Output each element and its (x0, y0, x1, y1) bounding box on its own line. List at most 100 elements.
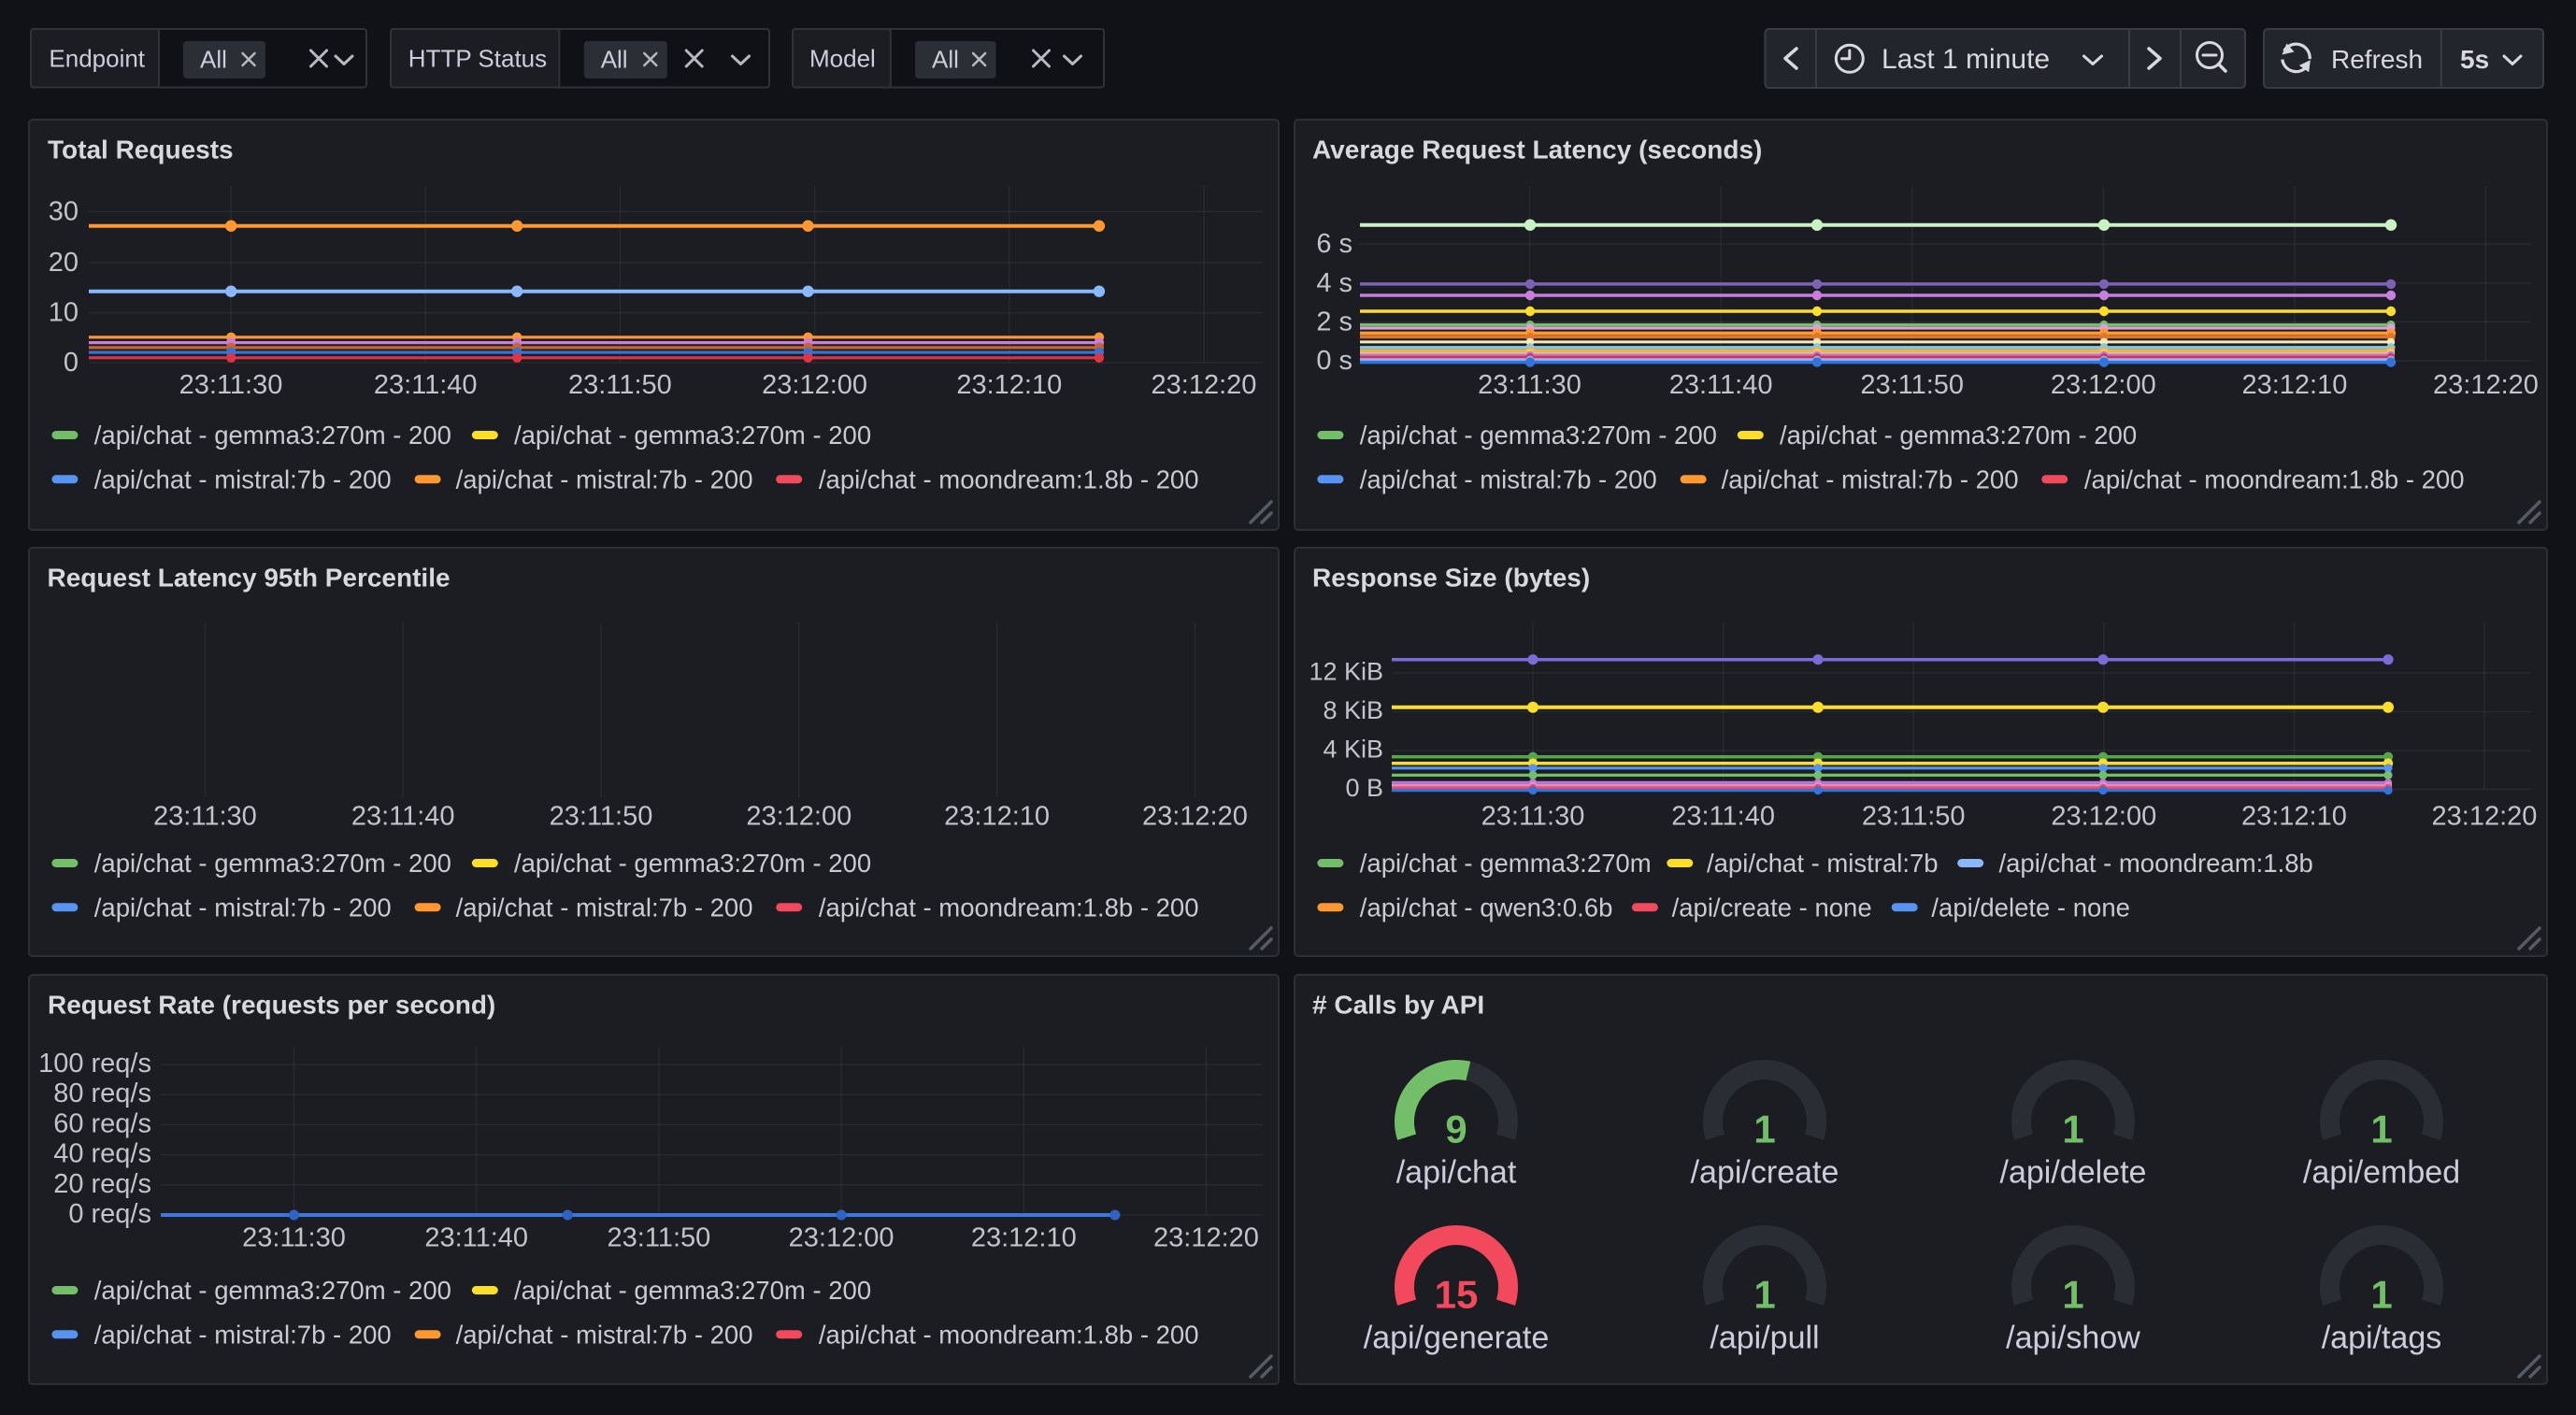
svg-text:HTTP Status: HTTP Status (408, 45, 547, 73)
svg-text:23:11:40: 23:11:40 (1669, 370, 1773, 400)
svg-text:/api/embed: /api/embed (2303, 1155, 2460, 1191)
svg-text:All: All (932, 46, 959, 74)
svg-text:23:12:00: 23:12:00 (746, 801, 852, 831)
svg-text:/api/delete - none: /api/delete - none (1931, 893, 2130, 922)
svg-text:80 req/s: 80 req/s (53, 1079, 151, 1108)
svg-text:23:11:40: 23:11:40 (424, 1223, 528, 1253)
svg-text:23:12:00: 23:12:00 (2051, 802, 2156, 832)
svg-text:23:12:20: 23:12:20 (1153, 1223, 1259, 1253)
svg-text:12 KiB: 12 KiB (1309, 658, 1383, 686)
svg-text:Response Size (bytes): Response Size (bytes) (1312, 564, 1590, 593)
svg-text:/api/chat - moondream:1.8b: /api/chat - moondream:1.8b (1999, 849, 2313, 878)
svg-text:Refresh: Refresh (2331, 45, 2423, 74)
svg-text:/api/pull: /api/pull (1710, 1321, 1819, 1356)
svg-text:23:12:10: 23:12:10 (956, 370, 1062, 400)
svg-text:4 KiB: 4 KiB (1323, 736, 1383, 764)
svg-text:Average Request Latency (secon: Average Request Latency (seconds) (1312, 136, 1762, 164)
svg-text:23:12:00: 23:12:00 (789, 1223, 894, 1253)
svg-text:23:12:10: 23:12:10 (2241, 370, 2347, 400)
svg-text:23:12:20: 23:12:20 (1142, 801, 1248, 831)
svg-text:23:11:30: 23:11:30 (179, 370, 283, 400)
svg-text:8 KiB: 8 KiB (1323, 696, 1383, 724)
svg-text:Last 1 minute: Last 1 minute (1882, 44, 2050, 75)
svg-text:1: 1 (2370, 1108, 2392, 1151)
svg-text:/api/chat - gemma3:270m - 200: /api/chat - gemma3:270m - 200 (514, 421, 871, 450)
svg-text:23:11:30: 23:11:30 (1478, 370, 1581, 400)
svg-text:/api/chat - mistral:7b - 200: /api/chat - mistral:7b - 200 (94, 1320, 392, 1349)
svg-text:20 req/s: 20 req/s (53, 1169, 151, 1199)
svg-text:100 req/s: 100 req/s (38, 1049, 151, 1079)
svg-text:/api/chat - mistral:7b - 200: /api/chat - mistral:7b - 200 (1360, 465, 1657, 493)
svg-text:23:11:30: 23:11:30 (1481, 802, 1585, 832)
svg-text:Total Requests: Total Requests (48, 136, 234, 164)
svg-text:6 s: 6 s (1316, 229, 1352, 259)
svg-text:23:12:10: 23:12:10 (944, 801, 1050, 831)
svg-text:/api/create - none: /api/create - none (1672, 893, 1872, 922)
svg-text:/api/show: /api/show (2006, 1321, 2140, 1356)
svg-text:23:12:00: 23:12:00 (2051, 370, 2156, 400)
svg-text:Request Rate (requests per sec: Request Rate (requests per second) (48, 991, 495, 1020)
svg-text:All: All (601, 46, 628, 74)
svg-text:/api/delete: /api/delete (2000, 1155, 2147, 1191)
svg-text:/api/chat - gemma3:270m - 200: /api/chat - gemma3:270m - 200 (94, 849, 451, 878)
svg-text:/api/chat - qwen3:0.6b: /api/chat - qwen3:0.6b (1360, 893, 1613, 922)
svg-text:/api/chat - mistral:7b - 200: /api/chat - mistral:7b - 200 (456, 1320, 753, 1349)
svg-text:All: All (200, 46, 227, 74)
svg-text:# Calls by API: # Calls by API (1312, 991, 1484, 1020)
svg-text:1: 1 (2370, 1273, 2392, 1317)
svg-text:/api/chat - mistral:7b: /api/chat - mistral:7b (1707, 849, 1939, 878)
svg-text:23:11:50: 23:11:50 (608, 1223, 711, 1253)
svg-text:Endpoint: Endpoint (49, 45, 145, 73)
svg-text:23:11:50: 23:11:50 (1862, 802, 1966, 832)
svg-text:/api/chat - mistral:7b - 200: /api/chat - mistral:7b - 200 (456, 465, 753, 493)
svg-text:/api/chat - gemma3:270m - 200: /api/chat - gemma3:270m - 200 (514, 849, 871, 878)
svg-text:/api/chat - gemma3:270m: /api/chat - gemma3:270m (1360, 849, 1652, 878)
svg-text:/api/chat - moondream:1.8b - 2: /api/chat - moondream:1.8b - 200 (2084, 465, 2465, 493)
svg-text:1: 1 (1753, 1273, 1775, 1317)
svg-text:40 req/s: 40 req/s (53, 1139, 151, 1169)
svg-text:23:11:40: 23:11:40 (1671, 802, 1775, 832)
svg-text:9: 9 (1445, 1108, 1467, 1151)
svg-text:23:11:50: 23:11:50 (568, 370, 672, 400)
svg-text:2 s: 2 s (1316, 307, 1352, 336)
svg-text:30: 30 (49, 196, 79, 226)
svg-text:5s: 5s (2460, 45, 2489, 74)
svg-text:1: 1 (2062, 1273, 2083, 1317)
svg-text:/api/chat - moondream:1.8b - 2: /api/chat - moondream:1.8b - 200 (819, 893, 1199, 922)
svg-text:23:12:10: 23:12:10 (971, 1223, 1077, 1253)
svg-text:15: 15 (1435, 1273, 1479, 1317)
svg-text:/api/chat - gemma3:270m - 200: /api/chat - gemma3:270m - 200 (94, 421, 451, 450)
svg-text:/api/chat - gemma3:270m - 200: /api/chat - gemma3:270m - 200 (1360, 421, 1717, 450)
svg-text:/api/create: /api/create (1691, 1155, 1839, 1191)
svg-text:Request Latency 95th Percentil: Request Latency 95th Percentile (48, 564, 451, 593)
svg-text:1: 1 (2062, 1108, 2083, 1151)
svg-text:1: 1 (1753, 1108, 1775, 1151)
svg-text:23:12:20: 23:12:20 (2433, 370, 2539, 400)
svg-text:23:12:20: 23:12:20 (2432, 802, 2538, 832)
svg-text:/api/chat - mistral:7b - 200: /api/chat - mistral:7b - 200 (94, 893, 392, 922)
svg-text:10: 10 (49, 298, 79, 328)
svg-text:23:11:50: 23:11:50 (1860, 370, 1964, 400)
svg-text:/api/chat - moondream:1.8b - 2: /api/chat - moondream:1.8b - 200 (819, 1320, 1199, 1349)
svg-text:23:11:30: 23:11:30 (153, 801, 257, 831)
svg-text:23:11:40: 23:11:40 (374, 370, 478, 400)
svg-text:0 s: 0 s (1316, 346, 1352, 376)
svg-text:23:12:10: 23:12:10 (2241, 802, 2347, 832)
svg-text:/api/chat - moondream:1.8b - 2: /api/chat - moondream:1.8b - 200 (819, 465, 1199, 493)
svg-text:23:11:40: 23:11:40 (351, 801, 455, 831)
svg-text:/api/chat: /api/chat (1396, 1155, 1517, 1191)
svg-text:/api/chat - mistral:7b - 200: /api/chat - mistral:7b - 200 (94, 465, 392, 493)
svg-text:60 req/s: 60 req/s (53, 1108, 151, 1138)
svg-text:0: 0 (64, 348, 79, 378)
svg-text:0 B: 0 B (1345, 774, 1383, 802)
svg-text:Model: Model (809, 45, 876, 73)
svg-text:/api/chat - mistral:7b - 200: /api/chat - mistral:7b - 200 (1722, 465, 2019, 493)
svg-text:/api/generate: /api/generate (1364, 1321, 1550, 1356)
svg-text:/api/chat - gemma3:270m - 200: /api/chat - gemma3:270m - 200 (94, 1276, 451, 1305)
svg-text:/api/chat - mistral:7b - 200: /api/chat - mistral:7b - 200 (456, 893, 753, 922)
svg-text:4 s: 4 s (1316, 268, 1352, 298)
svg-text:20: 20 (49, 248, 79, 278)
svg-text:/api/chat - gemma3:270m - 200: /api/chat - gemma3:270m - 200 (514, 1276, 871, 1305)
svg-text:23:11:30: 23:11:30 (242, 1223, 346, 1253)
svg-text:23:12:20: 23:12:20 (1152, 370, 1257, 400)
